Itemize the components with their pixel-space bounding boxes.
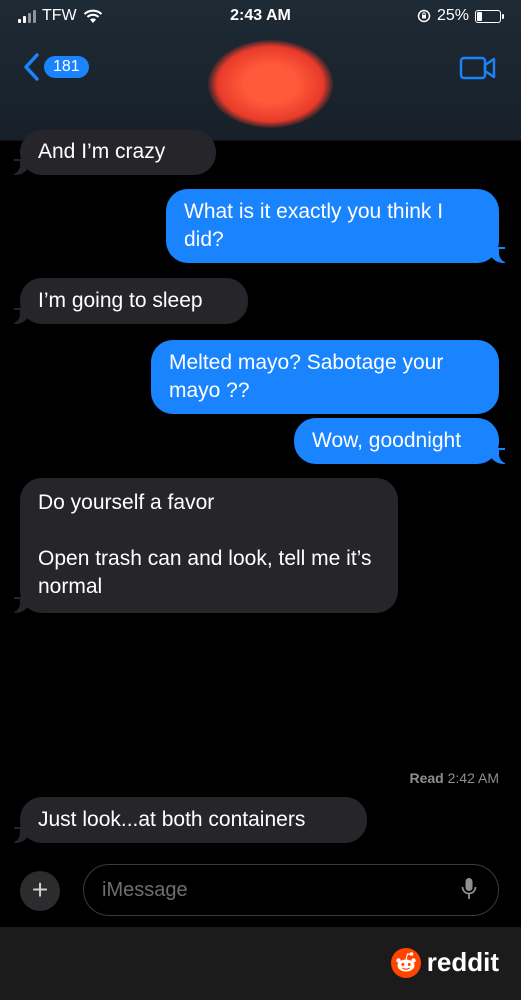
imessage-input[interactable] — [83, 864, 499, 916]
message-text: Wow, goodnight — [312, 429, 462, 452]
back-button[interactable]: 181 — [22, 52, 89, 82]
unread-count-badge: 181 — [44, 56, 89, 78]
back-chevron-icon — [24, 53, 39, 81]
status-bar: TFW 2:43 AM 25% — [0, 6, 521, 28]
plus-icon[interactable]: + — [20, 871, 60, 911]
message-text: What is it exactly you think I did? — [184, 200, 444, 251]
message-bubble-incoming[interactable]: Just look...at both containers — [10, 797, 367, 843]
message-bubble-outgoing[interactable]: Melted mayo? Sabotage your mayo ?? — [151, 340, 499, 414]
battery-group: 25% — [417, 7, 504, 25]
message-bubble-incoming[interactable]: And I’m crazy — [10, 130, 216, 175]
message-bubble-incoming[interactable]: I’m going to sleep — [10, 278, 248, 324]
rotation-lock-icon — [417, 9, 431, 23]
microphone-icon[interactable] — [461, 877, 477, 901]
message-text: Do yourself a favor — [38, 491, 215, 514]
compose-bar: + — [0, 862, 521, 922]
reddit-watermark: reddit — [390, 947, 499, 978]
reddit-watermark-bar: reddit — [0, 927, 521, 1000]
reddit-wordmark: reddit — [426, 947, 499, 977]
message-text: Just look...at both containers — [38, 808, 306, 831]
battery-percent: 25% — [436, 7, 469, 24]
read-receipt: Read 2:42 AM — [410, 770, 500, 786]
message-bubble-incoming[interactable]: Do yourself a favor Open trash can and l… — [10, 478, 398, 613]
reddit-logo-icon — [390, 947, 421, 978]
message-bubble-outgoing[interactable]: Wow, goodnight — [294, 418, 509, 464]
message-text: Melted mayo? Sabotage your mayo ?? — [169, 351, 444, 402]
read-time: 2:42 AM — [447, 770, 499, 786]
message-bubble-outgoing[interactable]: What is it exactly you think I did? — [166, 189, 509, 263]
message-text: Open trash can and look, tell me it’s no… — [38, 547, 372, 598]
battery-icon — [475, 9, 504, 23]
redacted-contact-avatar[interactable] — [208, 40, 333, 128]
message-text: And I’m crazy — [38, 140, 166, 163]
video-camera-icon[interactable] — [459, 55, 497, 81]
message-text: I’m going to sleep — [38, 289, 203, 312]
read-label: Read — [409, 770, 444, 786]
conversation-header: TFW 2:43 AM 25% 181 — [0, 0, 521, 141]
